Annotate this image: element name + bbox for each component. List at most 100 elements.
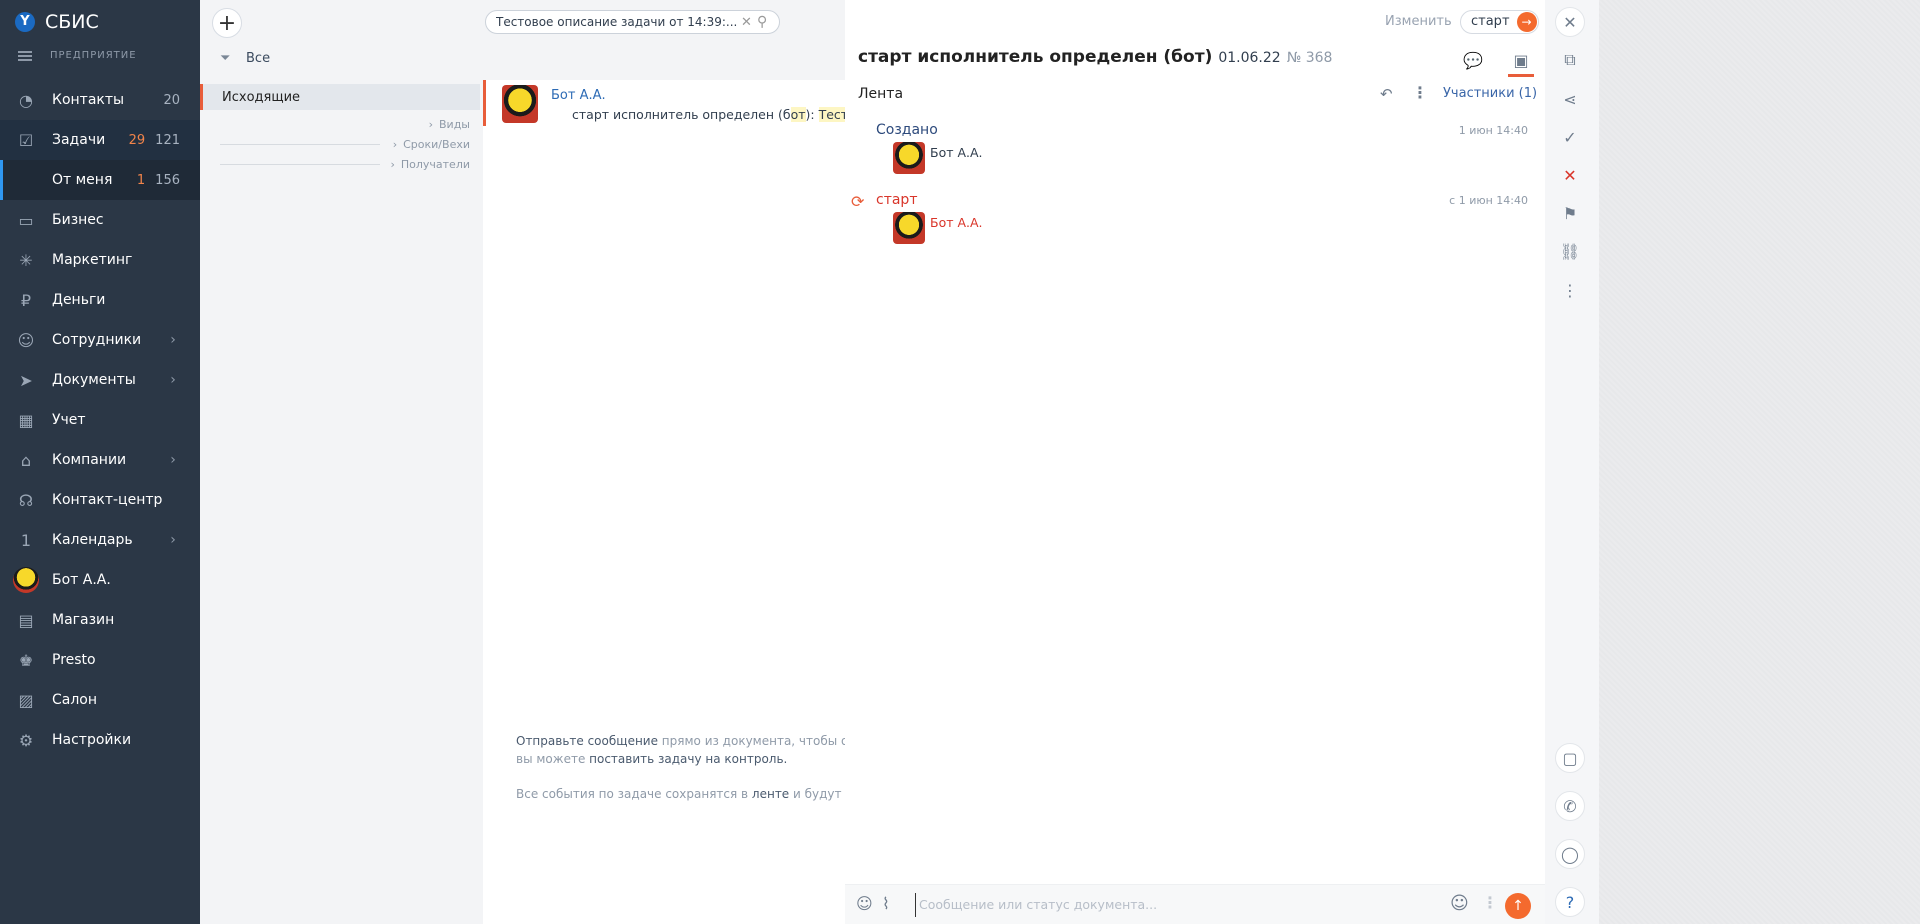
- org-switcher[interactable]: ПРЕДПРИЯТИЕ: [18, 50, 137, 61]
- sidebar-item-from-me[interactable]: От меня 1 156: [0, 160, 200, 200]
- message-input[interactable]: Сообщение или статус документа...: [915, 893, 1435, 917]
- check-forward-icon[interactable]: ✓: [1555, 122, 1585, 152]
- copy-icon[interactable]: ⧉: [1555, 45, 1585, 75]
- folder-outgoing[interactable]: Исходящие: [200, 84, 480, 110]
- avatar: [893, 142, 925, 174]
- calendar-icon: 1: [20, 530, 32, 550]
- sidebar-item-shop[interactable]: ▤ Магазин: [0, 600, 200, 640]
- edit-button[interactable]: Изменить: [1385, 14, 1452, 29]
- message-composer: ☺ ⌇ Сообщение или статус документа... ☺ …: [845, 884, 1545, 924]
- sidebar-item-calendar[interactable]: 1 Календарь ›: [0, 520, 200, 560]
- event-title: старт: [876, 192, 918, 208]
- sidebar-item-label: Контакты: [52, 92, 125, 108]
- more-icon[interactable]: ⋮: [1555, 275, 1585, 305]
- divider: [220, 144, 380, 145]
- link-icon[interactable]: ⛓: [1555, 236, 1585, 266]
- refresh-icon: ⟳: [851, 192, 865, 211]
- search-input[interactable]: Тестовое описание задачи от 14:39:... ✕ …: [485, 10, 780, 34]
- sidebar-item-employees[interactable]: ☺ Сотрудники ›: [0, 320, 200, 360]
- documents-icon: ➤: [19, 370, 33, 390]
- undo-icon[interactable]: ↶: [1380, 85, 1393, 103]
- more-icon[interactable]: ⋮: [1482, 893, 1498, 912]
- add-task-button[interactable]: +: [212, 8, 242, 38]
- share-icon[interactable]: ⋖: [1555, 84, 1585, 114]
- phone-icon[interactable]: ✆: [1555, 791, 1585, 821]
- note-icon[interactable]: ▢: [1555, 743, 1585, 773]
- app-logo[interactable]: Y СБИС: [15, 10, 99, 34]
- employees-icon: ☺: [17, 330, 35, 350]
- help-icon[interactable]: ?: [1555, 887, 1585, 917]
- chevron-right-icon[interactable]: ›: [161, 368, 185, 392]
- chevron-right-icon[interactable]: ›: [161, 448, 185, 472]
- card-header: Изменить старт → старт исполнитель опред…: [845, 0, 1545, 77]
- empty-hint: Все события по задаче сохранятся в ленте…: [516, 785, 860, 803]
- event-user[interactable]: Бот А.А.: [930, 145, 983, 160]
- sidebar-item-label: Деньги: [52, 292, 106, 308]
- sidebar-item-profile[interactable]: Бот А.А.: [0, 560, 200, 600]
- task-list: Бот А.А. старт исполнитель определен (бо…: [483, 80, 879, 924]
- sidebar-item-presto[interactable]: ♚ Presto: [0, 640, 200, 680]
- sidebar-item-business[interactable]: ▭ Бизнес: [0, 200, 200, 240]
- sidebar-item-contacts[interactable]: ◔ Контакты 20: [0, 80, 200, 120]
- folder-recipients[interactable]: › Получатели: [200, 154, 480, 174]
- event-time: 1 июн 14:40: [1458, 124, 1528, 137]
- search-value[interactable]: Тестовое описание задачи от 14:39:...: [496, 15, 741, 29]
- tasks-overdue-count: 29: [128, 132, 146, 148]
- empty-hint: Отправьте сообщение прямо из документа, …: [516, 732, 856, 750]
- sidebar-item-label: Контакт-центр: [52, 492, 163, 508]
- chat-icon[interactable]: 💬: [1462, 50, 1484, 70]
- delete-icon[interactable]: ✕: [1555, 160, 1585, 190]
- sidebar-item-money[interactable]: ₽ Деньги: [0, 280, 200, 320]
- avatar: [13, 567, 39, 593]
- sidebar-item-tasks[interactable]: ☑ Задачи 29 121: [0, 120, 200, 160]
- task-list-panel: + Тестовое описание задачи от 14:39:... …: [200, 0, 879, 924]
- chevron-right-icon: ›: [392, 137, 398, 151]
- sidebar-item-marketing[interactable]: ✳ Маркетинг: [0, 240, 200, 280]
- chevron-right-icon[interactable]: ›: [161, 328, 185, 352]
- close-button[interactable]: ✕: [1555, 7, 1585, 37]
- send-button[interactable]: ↑: [1505, 893, 1531, 919]
- task-row[interactable]: Бот А.А. старт исполнитель определен (бо…: [483, 80, 879, 126]
- document-icon[interactable]: ▣: [1508, 50, 1534, 77]
- close-icon[interactable]: ✕: [741, 15, 757, 30]
- tasks-icon: ☑: [18, 130, 34, 150]
- feed-link[interactable]: ленте: [752, 787, 789, 801]
- control-task-link[interactable]: поставить задачу на контроль.: [589, 752, 787, 766]
- sidebar-item-label: Салон: [52, 692, 98, 708]
- list-toolbar: + Тестовое описание задачи от 14:39:... …: [200, 0, 845, 84]
- filter-button[interactable]: ⏷ Все: [220, 51, 270, 66]
- more-icon[interactable]: ⋮: [1412, 83, 1428, 102]
- folder-types[interactable]: › Виды: [200, 114, 480, 134]
- sidebar-item-companies[interactable]: ⌂ Компании ›: [0, 440, 200, 480]
- salon-icon: ▨: [18, 690, 34, 710]
- status-label: старт: [1471, 14, 1510, 29]
- menu-icon[interactable]: [18, 50, 32, 61]
- send-message-link[interactable]: Отправьте сообщение: [516, 734, 658, 748]
- person-icon[interactable]: ☺: [856, 894, 873, 913]
- hint-text: Все события по задаче сохранятся в: [516, 787, 752, 801]
- avatar: [502, 85, 538, 123]
- sidebar-item-salon[interactable]: ▨ Салон: [0, 680, 200, 720]
- chevron-right-icon: ›: [390, 157, 395, 171]
- event-user[interactable]: Бот А.А.: [930, 215, 983, 230]
- status-button[interactable]: старт →: [1460, 10, 1539, 34]
- sidebar-item-label: Presto: [52, 652, 96, 668]
- sidebar-item-contact-center[interactable]: ☊ Контакт-центр: [0, 480, 200, 520]
- action-rail: ✕ ⧉ ⋖ ✓ ✕ ⚑ ⛓ ⋮ ▢ ✆ ◯ ?: [1545, 0, 1599, 924]
- search-icon[interactable]: ⚲: [757, 14, 779, 30]
- sidebar-item-documents[interactable]: ➤ Документы ›: [0, 360, 200, 400]
- folder-deadlines[interactable]: › Сроки/Вехи: [200, 134, 480, 154]
- task-author[interactable]: Бот А.А.: [551, 88, 606, 103]
- chevron-right-icon[interactable]: ›: [161, 528, 185, 552]
- participants-button[interactable]: Участники (1): [1443, 86, 1537, 101]
- sidebar-item-settings[interactable]: ⚙ Настройки: [0, 720, 200, 760]
- flag-icon[interactable]: ⚑: [1555, 198, 1585, 228]
- sidebar-item-accounting[interactable]: ▦ Учет: [0, 400, 200, 440]
- sidebar-item-label: Календарь: [52, 532, 133, 548]
- feed-event: ⟳ старт с 1 июн 14:40 Бот А.А.: [845, 192, 1545, 252]
- task-text-part: ):: [805, 107, 819, 122]
- hint-text: прямо из документа, чтобы об: [657, 734, 856, 748]
- attach-icon[interactable]: ⌇: [882, 894, 890, 913]
- comment-icon[interactable]: ◯: [1555, 839, 1585, 869]
- emoji-icon[interactable]: ☺: [1450, 893, 1469, 914]
